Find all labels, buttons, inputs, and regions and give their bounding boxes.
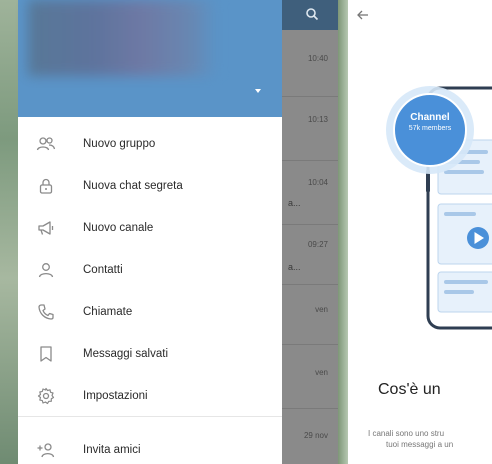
- search-icon[interactable]: [305, 7, 319, 21]
- menu-item-new-channel[interactable]: Nuovo canale: [18, 208, 282, 248]
- wallpaper: [338, 0, 348, 464]
- chat-time: ven: [315, 368, 328, 377]
- drawer-header: [18, 0, 282, 117]
- menu-label: Contatti: [83, 264, 123, 276]
- person-icon: [38, 263, 54, 278]
- chat-divider: [282, 224, 338, 225]
- menu-item-contacts[interactable]: Contatti: [18, 250, 282, 290]
- menu-label: Invita amici: [83, 444, 141, 456]
- menu-label: Nuovo canale: [83, 222, 154, 234]
- menu-item-saved-messages[interactable]: Messaggi salvati: [18, 334, 282, 374]
- intro-description: I canali sono uno stru tuoi messaggi a u…: [368, 428, 492, 450]
- chat-divider: [282, 160, 338, 161]
- menu-divider: [18, 416, 282, 417]
- gear-icon: [37, 387, 55, 405]
- chat-divider: [282, 284, 338, 285]
- channel-intro-screen: Channel 57k members Cos'è un I canali so…: [348, 0, 492, 464]
- navigation-drawer: Nuovo gruppo Nuova chat segreta Nuovo ca: [18, 0, 282, 464]
- back-arrow-icon[interactable]: [356, 8, 370, 22]
- menu-label: Nuovo gruppo: [83, 138, 156, 150]
- channel-badge: Channel 57k members: [392, 112, 468, 134]
- menu-item-new-secret-chat[interactable]: Nuova chat segreta: [18, 166, 282, 206]
- chat-snippet: a...: [288, 198, 301, 208]
- menu-item-settings[interactable]: Impostazioni: [18, 376, 282, 416]
- chat-time: 09:27: [307, 240, 328, 249]
- menu-label: Messaggi salvati: [83, 348, 169, 360]
- intro-line: I canali sono uno stru: [368, 429, 445, 438]
- chat-time: 29 nov: [303, 431, 328, 440]
- badge-subtitle: 57k members: [408, 125, 452, 132]
- avatar[interactable]: [28, 0, 218, 76]
- drawer-screen: 10:40 10:13 10:04 a... 09:27 a... ven ve…: [0, 0, 338, 464]
- page-title: Cos'è un: [378, 381, 441, 398]
- menu-label: Chiamate: [83, 306, 133, 318]
- menu-label: Impostazioni: [83, 390, 148, 402]
- chat-time: 10:40: [307, 54, 328, 63]
- lock-icon: [39, 178, 53, 194]
- group-icon: [36, 137, 56, 151]
- chat-time: 10:13: [307, 115, 328, 124]
- chat-snippet: a...: [288, 262, 301, 272]
- megaphone-icon: [38, 221, 54, 235]
- menu-item-invite-friends[interactable]: Invita amici: [18, 430, 282, 464]
- add-person-icon: [37, 443, 55, 458]
- chat-time: 10:04: [307, 178, 328, 187]
- menu-label: Nuova chat segreta: [83, 180, 183, 192]
- phone-icon: [38, 304, 54, 320]
- chat-time: ven: [315, 305, 328, 314]
- wallpaper: [0, 0, 18, 464]
- chevron-down-icon[interactable]: [252, 86, 264, 96]
- chat-divider: [282, 344, 338, 345]
- menu-item-calls[interactable]: Chiamate: [18, 292, 282, 332]
- chat-divider: [282, 96, 338, 97]
- chat-divider: [282, 408, 338, 409]
- menu-item-new-group[interactable]: Nuovo gruppo: [18, 124, 282, 164]
- bookmark-icon: [40, 346, 52, 362]
- badge-title: Channel: [410, 112, 450, 123]
- chat-list-background: 10:40 10:13 10:04 a... 09:27 a... ven ve…: [282, 0, 338, 464]
- chat-list-toolbar: [282, 0, 338, 30]
- intro-line: tuoi messaggi a un: [386, 440, 454, 449]
